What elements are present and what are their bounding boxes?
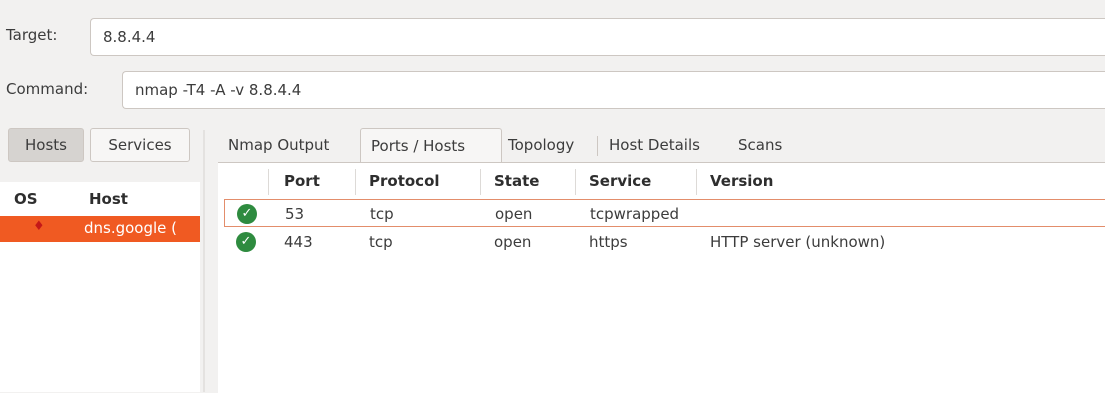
check-circle-icon: ✓ xyxy=(236,232,256,252)
column-header-port[interactable]: Port xyxy=(284,172,320,190)
tab-scans[interactable]: Scans xyxy=(738,128,782,162)
table-row[interactable]: ✓ 53 tcp open tcpwrapped xyxy=(224,199,1105,227)
target-label: Target: xyxy=(6,26,58,44)
host-name: dns.google ( xyxy=(84,219,178,237)
command-label: Command: xyxy=(6,80,89,98)
services-toggle-button[interactable]: Services xyxy=(90,128,190,162)
host-row-selected[interactable]: ♦ dns.google ( xyxy=(0,216,200,242)
host-list: OS Host ♦ dns.google ( xyxy=(0,182,200,392)
target-input[interactable]: 8.8.4.4 xyxy=(90,18,1105,56)
tab-topology[interactable]: Topology xyxy=(508,128,574,162)
table-row[interactable]: ✓ 443 tcp open https HTTP server (unknow… xyxy=(224,228,1105,256)
check-circle-icon: ✓ xyxy=(237,204,257,224)
column-separator xyxy=(480,169,481,195)
column-separator xyxy=(268,169,269,195)
linux-os-icon: ♦ xyxy=(33,219,45,234)
column-header-version[interactable]: Version xyxy=(710,172,773,190)
column-separator xyxy=(575,169,576,195)
tab-host-details[interactable]: Host Details xyxy=(609,128,700,162)
service-cell: tcpwrapped xyxy=(590,205,680,223)
command-input[interactable]: nmap -T4 -A -v 8.8.4.4 xyxy=(122,71,1105,109)
hosts-toggle-button[interactable]: Hosts xyxy=(8,128,84,162)
column-header-protocol[interactable]: Protocol xyxy=(369,172,440,190)
tab-nmap-output[interactable]: Nmap Output xyxy=(228,128,329,162)
port-cell: 443 xyxy=(284,233,313,251)
column-header-service[interactable]: Service xyxy=(589,172,651,190)
host-list-header-host[interactable]: Host xyxy=(89,190,128,208)
protocol-cell: tcp xyxy=(370,205,394,223)
state-cell: open xyxy=(495,205,533,223)
protocol-cell: tcp xyxy=(369,233,393,251)
tab-separator xyxy=(597,136,598,156)
tab-ports-hosts[interactable]: Ports / Hosts xyxy=(360,128,502,162)
column-separator xyxy=(696,169,697,195)
port-cell: 53 xyxy=(285,205,305,223)
pane-divider[interactable] xyxy=(203,130,205,392)
column-header-state[interactable]: State xyxy=(494,172,539,190)
state-cell: open xyxy=(494,233,532,251)
version-cell: HTTP server (unknown) xyxy=(710,233,886,251)
service-cell: https xyxy=(589,233,628,251)
column-separator xyxy=(355,169,356,195)
ports-table: Port Protocol State Service Version ✓ 53… xyxy=(218,162,1105,393)
host-list-header-os[interactable]: OS xyxy=(14,190,38,208)
